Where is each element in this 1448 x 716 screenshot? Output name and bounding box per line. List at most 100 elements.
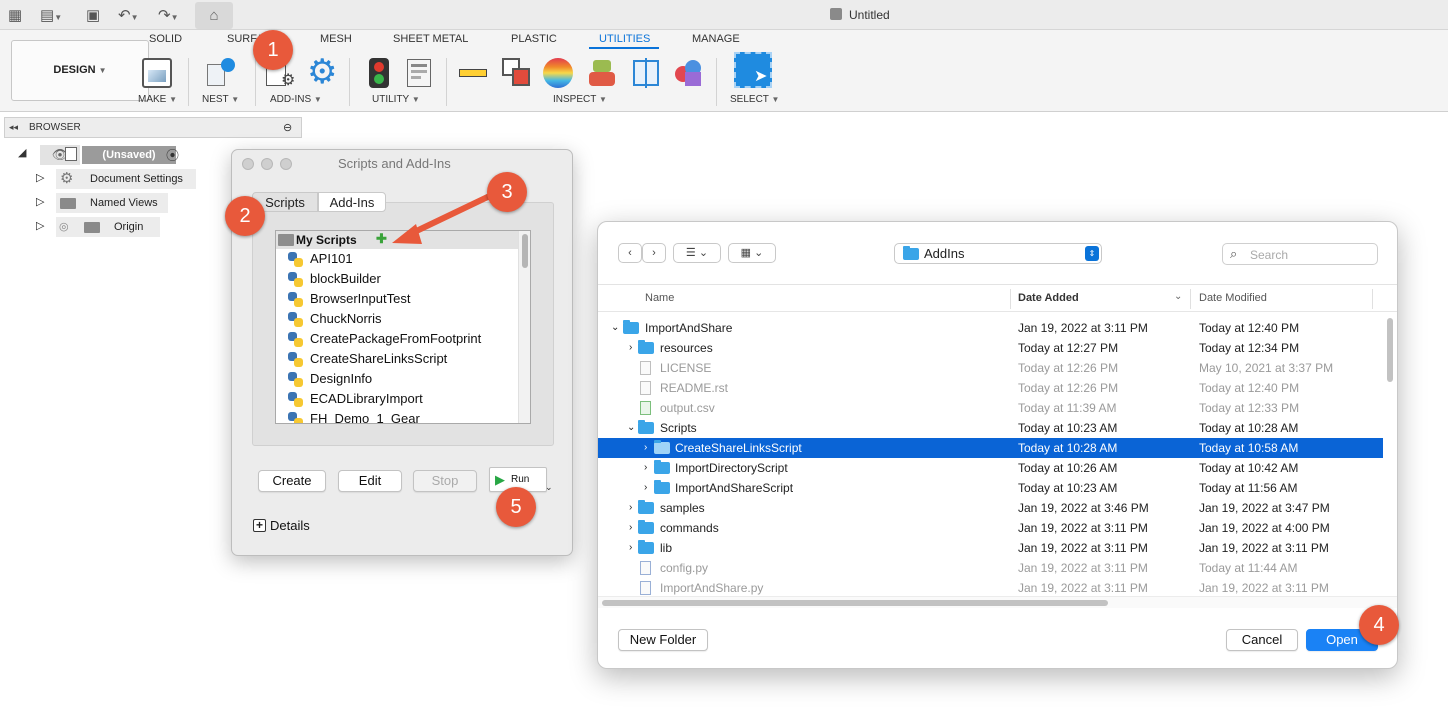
traffic-light-icon[interactable] (364, 58, 394, 88)
grid-menu-icon[interactable]: ▦ (8, 6, 22, 24)
list-item[interactable]: CreatePackageFromFootprint (288, 329, 481, 349)
component-color-cycling-icon[interactable] (673, 58, 703, 88)
python-icon (288, 252, 303, 267)
table-row[interactable]: › resources Today at 12:27 PM Today at 12:… (598, 338, 1383, 358)
collapse-icon[interactable]: ◂◂ (9, 122, 18, 133)
tab-utilities[interactable]: UTILITIES (599, 33, 650, 45)
expand-arrow-icon[interactable]: ▷ (36, 171, 44, 184)
new-folder-button[interactable]: New Folder (618, 629, 708, 651)
expand-arrow-icon[interactable]: ▷ (36, 195, 44, 208)
column-date-added-header[interactable]: Date Added (1018, 292, 1079, 304)
design-workspace-button[interactable]: DESIGN ▼ (11, 40, 149, 101)
table-row[interactable]: › samples Jan 19, 2022 at 3:46 PM Jan 19, … (598, 498, 1383, 518)
cancel-button[interactable]: Cancel (1226, 629, 1298, 651)
tab-sheet-metal[interactable]: SHEET METAL (393, 33, 468, 45)
nest-icon[interactable] (205, 58, 235, 88)
browser-root-row[interactable]: ◢ 👁 (Unsaved) ⦿ (18, 145, 218, 165)
measure-icon[interactable] (458, 58, 488, 88)
tab-mesh[interactable]: MESH (320, 33, 352, 45)
list-item[interactable]: FH_Demo_1_Gear (288, 409, 420, 423)
select-group-label[interactable]: SELECT ▼ (730, 94, 779, 105)
expand-arrow-icon[interactable]: ◢ (18, 146, 26, 159)
tab-addins[interactable]: Add-Ins (318, 192, 386, 212)
table-row[interactable]: config.py Jan 19, 2022 at 3:11 PM Today at… (598, 558, 1383, 578)
utility-group-label[interactable]: UTILITY ▼ (372, 94, 420, 105)
python-icon (288, 272, 303, 287)
back-button[interactable]: ‹ (618, 243, 642, 263)
list-scrollbar[interactable] (518, 231, 530, 423)
inspect-group-label[interactable]: INSPECT ▼ (553, 94, 607, 105)
python-file-icon (640, 581, 651, 595)
file-icon[interactable]: ▤▼ (40, 6, 62, 24)
table-row[interactable]: ⌄ Scripts Today at 10:23 AM Today at 10:28… (598, 418, 1383, 438)
sort-chevron-icon[interactable]: ⌄ (1174, 291, 1182, 302)
minimize-icon[interactable]: ⊖ (283, 121, 292, 134)
table-row[interactable]: › ImportDirectoryScript Today at 10:26 AM… (598, 458, 1383, 478)
list-item[interactable]: blockBuilder (288, 269, 381, 289)
zoom-window-button[interactable] (280, 158, 292, 170)
folder-icon (638, 420, 654, 434)
curvature-map-icon[interactable] (543, 58, 573, 88)
draft-analysis-icon[interactable] (587, 58, 617, 88)
table-row-selected[interactable]: › CreateShareLinksScript Today at 10:28 A… (598, 438, 1383, 458)
interference-icon[interactable] (502, 58, 532, 88)
utility-report-icon[interactable] (404, 58, 434, 88)
table-row[interactable]: output.csv Today at 11:39 AM Today at 12:3… (598, 398, 1383, 418)
make-3d-print-icon[interactable] (142, 58, 172, 88)
activate-radio-icon[interactable]: ⦿ (166, 145, 179, 164)
home-icon[interactable]: ⌂ (195, 2, 233, 29)
column-date-modified-header[interactable]: Date Modified (1199, 292, 1267, 304)
undo-icon[interactable]: ↶▼ (118, 6, 139, 24)
search-field[interactable]: ⌕ Search (1222, 243, 1378, 265)
horizontal-scrollbar[interactable] (598, 596, 1397, 608)
nest-group-label[interactable]: NEST ▼ (202, 94, 239, 105)
edit-button[interactable]: Edit (338, 470, 402, 492)
tab-solid[interactable]: SOLID (149, 33, 182, 45)
forward-button[interactable]: › (642, 243, 666, 263)
list-view-button[interactable]: ☰ ⌄ (673, 243, 721, 263)
location-popup[interactable]: AddIns ⇕ (894, 243, 1102, 264)
make-group-label[interactable]: MAKE ▼ (138, 94, 177, 105)
minimize-window-button[interactable] (261, 158, 273, 170)
list-item[interactable]: CreateShareLinksScript (288, 349, 447, 369)
browser-item-document-settings[interactable]: ▷ ⚙ Document Settings (36, 169, 206, 189)
create-button[interactable]: Create (258, 470, 326, 492)
addins-gear-icon[interactable]: ⚙ (307, 53, 337, 91)
grid-view-button[interactable]: ▦ ⌄ (728, 243, 776, 263)
redo-icon[interactable]: ↷▼ (158, 6, 179, 24)
expand-arrow-icon[interactable]: ▷ (36, 219, 44, 232)
vertical-scrollbar[interactable] (1385, 314, 1395, 594)
table-row[interactable]: › ImportAndShareScript Today at 10:23 AM T… (598, 478, 1383, 498)
callout-badge-1: 1 (253, 30, 293, 70)
table-row[interactable]: ⌄ ImportAndShare Jan 19, 2022 at 3:11 PM T… (598, 318, 1383, 338)
column-name-header[interactable]: Name (645, 292, 674, 304)
list-item[interactable]: ChuckNorris (288, 309, 382, 329)
table-row[interactable]: › commands Jan 19, 2022 at 3:11 PM Jan 19,… (598, 518, 1383, 538)
tree-item-label: Origin (114, 221, 144, 233)
run-dropdown-chevron-icon[interactable]: ⌄ (545, 482, 553, 493)
table-row[interactable]: › lib Jan 19, 2022 at 3:11 PM Jan 19, 2022… (598, 538, 1383, 558)
list-item[interactable]: BrowserInputTest (288, 289, 410, 309)
save-icon[interactable]: ▣ (86, 6, 100, 24)
tab-plastic[interactable]: PLASTIC (511, 33, 557, 45)
section-analysis-icon[interactable] (631, 58, 661, 88)
browser-item-named-views[interactable]: ▷ Named Views (36, 193, 206, 213)
list-item[interactable]: API101 (288, 249, 353, 269)
details-label[interactable]: Details (270, 518, 310, 533)
browser-item-origin[interactable]: ▷ ◎ Origin (36, 217, 206, 237)
folder-icon (638, 340, 654, 354)
expand-details-icon[interactable]: + (253, 519, 266, 532)
addins-group-label[interactable]: ADD-INS ▼ (270, 94, 322, 105)
stop-button[interactable]: Stop (413, 470, 477, 492)
table-row[interactable]: ImportAndShare.py Jan 19, 2022 at 3:11 PM… (598, 578, 1383, 598)
select-icon[interactable]: ➤ (734, 52, 772, 88)
ribbon-divider (446, 58, 447, 106)
close-window-button[interactable] (242, 158, 254, 170)
list-item[interactable]: DesignInfo (288, 369, 372, 389)
list-item[interactable]: ECADLibraryImport (288, 389, 423, 409)
browser-title: BROWSER (29, 122, 81, 133)
table-row[interactable]: LICENSE Today at 12:26 PM May 10, 2021 at … (598, 358, 1383, 378)
hidden-eye-icon[interactable]: ◎ (59, 217, 69, 237)
tab-manage[interactable]: MANAGE (692, 33, 740, 45)
table-row[interactable]: README.rst Today at 12:26 PM Today at 12:4… (598, 378, 1383, 398)
